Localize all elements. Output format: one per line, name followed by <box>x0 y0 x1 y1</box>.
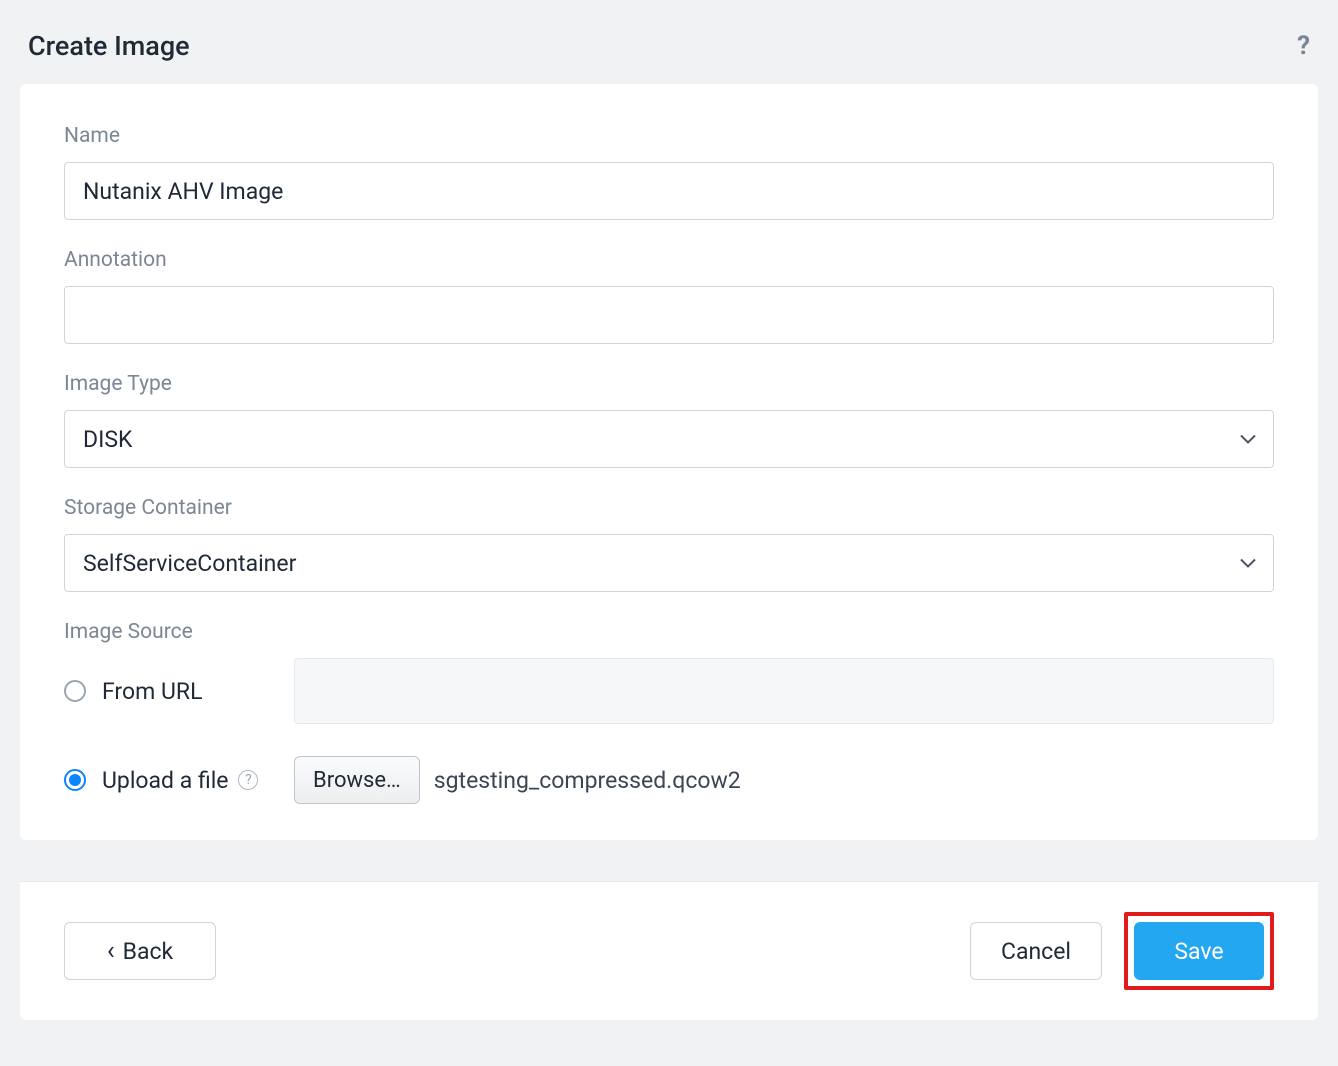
footer-right-actions: Cancel Save <box>970 912 1274 990</box>
image-type-select[interactable]: DISK <box>64 410 1274 468</box>
source-upload-row: Upload a file ? Browse… sgtesting_compre… <box>64 756 1274 804</box>
from-url-label: From URL <box>102 678 202 705</box>
image-type-label: Image Type <box>64 372 1274 396</box>
image-type-select-wrap: DISK <box>64 410 1274 468</box>
browse-button[interactable]: Browse… <box>294 756 420 804</box>
storage-container-select-wrap: SelfServiceContainer <box>64 534 1274 592</box>
storage-container-label: Storage Container <box>64 496 1274 520</box>
from-url-input[interactable] <box>294 658 1274 724</box>
dialog-header: Create Image ? <box>0 0 1338 84</box>
annotation-label: Annotation <box>64 248 1274 272</box>
dialog-body: Name Annotation Image Type DISK Storage … <box>20 84 1318 840</box>
name-label: Name <box>64 124 1274 148</box>
back-button-label: Back <box>123 938 174 965</box>
upload-radio-wrap: Upload a file ? <box>64 767 294 794</box>
field-image-source: Image Source From URL Upload a file ? Br… <box>64 620 1274 804</box>
dialog-footer: ‹ Back Cancel Save <box>20 881 1318 1020</box>
field-storage-container: Storage Container SelfServiceContainer <box>64 496 1274 592</box>
storage-container-select[interactable]: SelfServiceContainer <box>64 534 1274 592</box>
upload-radio[interactable] <box>64 769 86 791</box>
dialog-title: Create Image <box>28 30 190 62</box>
from-url-radio[interactable] <box>64 680 86 702</box>
field-image-type: Image Type DISK <box>64 372 1274 468</box>
source-from-url-row: From URL <box>64 658 1274 724</box>
image-source-label: Image Source <box>64 620 1274 644</box>
create-image-dialog: Create Image ? Name Annotation Image Typ… <box>0 0 1338 1066</box>
back-button[interactable]: ‹ Back <box>64 922 216 980</box>
field-name: Name <box>64 124 1274 220</box>
name-input[interactable] <box>64 162 1274 220</box>
from-url-radio-wrap: From URL <box>64 678 294 705</box>
radio-checked-icon <box>69 774 81 786</box>
info-icon[interactable]: ? <box>238 770 258 790</box>
save-button[interactable]: Save <box>1134 922 1264 980</box>
help-icon[interactable]: ? <box>1297 31 1310 61</box>
upload-label: Upload a file <box>102 767 228 794</box>
selected-filename: sgtesting_compressed.qcow2 <box>434 767 741 794</box>
cancel-button[interactable]: Cancel <box>970 922 1102 980</box>
annotation-input[interactable] <box>64 286 1274 344</box>
field-annotation: Annotation <box>64 248 1274 344</box>
save-highlight-box: Save <box>1124 912 1274 990</box>
